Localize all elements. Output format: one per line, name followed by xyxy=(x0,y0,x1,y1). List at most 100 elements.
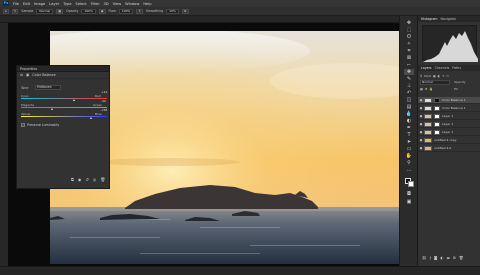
quick-mask-icon[interactable]: ◘ xyxy=(404,191,414,197)
slider-yellow-blue-value[interactable]: +58 xyxy=(101,108,107,112)
pen-tool-icon[interactable]: ✒ xyxy=(404,125,414,131)
brush-tool-icon[interactable]: ✎ xyxy=(404,76,414,82)
blur-tool-icon[interactable]: 💧 xyxy=(404,111,414,117)
link-layers-icon[interactable]: ⛓ xyxy=(422,256,427,260)
history-brush-tool-icon[interactable]: ↶ xyxy=(404,90,414,96)
menu-3d[interactable]: 3D xyxy=(104,2,109,6)
airbrush-icon[interactable]: ✦ xyxy=(136,8,143,14)
layer-row[interactable]: ● Color Balance 1 xyxy=(418,97,480,104)
layer-name[interactable]: Layer 1 xyxy=(442,122,453,126)
magenta-green-slider-knob[interactable] xyxy=(51,108,54,110)
home-icon[interactable]: ⌂ xyxy=(3,8,9,14)
trash-icon[interactable]: 🗑 xyxy=(459,256,464,260)
preserve-luminosity-checkbox[interactable]: ✓ xyxy=(21,123,25,127)
tone-dropdown[interactable]: Midtones xyxy=(35,85,61,90)
layer-opacity-label[interactable]: Opacity xyxy=(454,80,466,84)
yellow-blue-slider-knob[interactable] xyxy=(89,117,92,119)
yellow-blue-slider[interactable] xyxy=(21,116,107,117)
lasso-tool-icon[interactable]: ʘ xyxy=(404,34,414,40)
filter-type-icon[interactable]: T xyxy=(442,74,444,78)
reset-icon[interactable]: ↺ xyxy=(85,177,88,182)
filter-shape-icon[interactable]: ▭ xyxy=(446,74,449,78)
frame-tool-icon[interactable]: ⊠ xyxy=(404,55,414,61)
path-select-tool-icon[interactable]: ➤ xyxy=(404,139,414,145)
blend-mode-dropdown[interactable]: Normal xyxy=(420,80,450,85)
menu-window[interactable]: Window xyxy=(125,2,139,6)
brush-settings-icon[interactable]: ▦ xyxy=(56,8,64,14)
move-tool-icon[interactable]: ✥ xyxy=(404,20,414,26)
mask-icon[interactable]: ▣ xyxy=(26,73,29,77)
screen-mode-icon[interactable]: ▣ xyxy=(404,199,414,205)
eyedropper-tool-icon[interactable]: ⌐ xyxy=(404,62,414,68)
filter-adjust-icon[interactable]: ◐ xyxy=(438,74,441,78)
layer-name[interactable]: Color Balance 1 xyxy=(442,98,466,102)
eraser-tool-icon[interactable]: ◫ xyxy=(404,97,414,103)
new-group-icon[interactable]: ▬ xyxy=(446,256,449,260)
menu-filter[interactable]: Filter xyxy=(91,2,100,6)
clip-to-layer-icon[interactable]: ⧉ xyxy=(71,177,74,182)
healing-brush-tool-icon[interactable]: ✚ xyxy=(404,69,414,75)
magenta-green-slider[interactable] xyxy=(21,107,107,108)
layer-name[interactable]: Color Balance 1 xyxy=(442,106,466,110)
cyan-red-slider[interactable] xyxy=(21,98,107,99)
menu-edit[interactable]: Edit xyxy=(23,2,30,6)
new-adjustment-icon[interactable]: ◐ xyxy=(440,256,443,260)
lock-pixels-icon[interactable]: ▦ xyxy=(420,87,423,91)
layer-row[interactable]: ● untitled 4 copy xyxy=(418,137,480,144)
dodge-tool-icon[interactable]: ◐ xyxy=(404,118,414,124)
pressure-opacity-icon[interactable]: ◉ xyxy=(98,8,106,14)
layer-name[interactable]: untitled 4 copy xyxy=(434,138,457,142)
stamp-tool-icon[interactable]: ⊥ xyxy=(404,83,414,89)
background-color-swatch[interactable] xyxy=(408,181,414,187)
add-mask-icon[interactable]: ◙ xyxy=(434,256,438,260)
layer-name[interactable]: Layer 1 xyxy=(442,130,453,134)
rectangle-tool-icon[interactable]: ▭ xyxy=(404,146,414,152)
layer-mask-thumbnail[interactable] xyxy=(434,97,440,103)
zoom-tool-icon[interactable]: ⚲ xyxy=(404,160,414,166)
crop-tool-icon[interactable]: ⌗ xyxy=(404,48,414,54)
view-previous-icon[interactable]: ◉ xyxy=(78,177,82,182)
menu-file[interactable]: File xyxy=(13,2,19,6)
cyan-red-slider-knob[interactable] xyxy=(72,99,75,101)
menu-select[interactable]: Select xyxy=(76,2,87,6)
marquee-tool-icon[interactable]: ⬚ xyxy=(404,27,414,33)
tab-paths[interactable]: Paths xyxy=(452,66,461,70)
hand-tool-icon[interactable]: ✋ xyxy=(404,153,414,159)
tab-navigator[interactable]: Navigator xyxy=(441,17,457,21)
layer-row[interactable]: ● Layer 1 xyxy=(418,121,480,128)
menu-view[interactable]: View xyxy=(113,2,122,6)
visibility-icon[interactable]: ◎ xyxy=(93,177,97,182)
slider-cyan-red-value[interactable]: +14 xyxy=(101,90,107,94)
tab-channels[interactable]: Channels xyxy=(435,66,450,70)
menu-help[interactable]: Help xyxy=(143,2,151,6)
layer-mask-thumbnail[interactable] xyxy=(434,129,440,135)
slider-magenta-green-value[interactable]: -12 xyxy=(101,99,106,103)
fx-icon[interactable]: ƒ xyxy=(430,256,431,260)
tab-layers[interactable]: Layers xyxy=(421,66,432,70)
type-tool-icon[interactable]: T xyxy=(404,132,414,138)
layer-name[interactable]: Layer 1 xyxy=(442,114,453,118)
layer-mask-thumbnail[interactable] xyxy=(434,121,440,127)
layer-row[interactable]: ● Layer 1 xyxy=(418,129,480,136)
layer-row[interactable]: ● untitled 4.0 xyxy=(418,145,480,152)
menu-type[interactable]: Type xyxy=(63,2,71,6)
brush-tool-icon[interactable]: ✎ xyxy=(11,8,19,14)
opacity-field[interactable]: 100% xyxy=(81,8,96,14)
layer-fill-label[interactable]: Fill xyxy=(454,87,458,91)
more-tools-icon[interactable]: … xyxy=(404,167,414,173)
flow-field[interactable]: 100% xyxy=(118,8,134,14)
layer-row[interactable]: ● Color Balance 1 xyxy=(418,105,480,112)
sample-dropdown[interactable]: Normal xyxy=(36,8,54,14)
filter-pixel-icon[interactable]: ▦ xyxy=(433,74,436,78)
new-layer-icon[interactable]: ⊞ xyxy=(453,256,456,260)
filter-search-icon[interactable]: ⚲ xyxy=(420,74,422,78)
menu-layer[interactable]: Layer xyxy=(49,2,59,6)
tab-histogram[interactable]: Histogram xyxy=(421,17,438,21)
menu-image[interactable]: Image xyxy=(34,2,45,6)
layer-mask-thumbnail[interactable] xyxy=(434,113,440,119)
layer-row[interactable]: ● Layer 1 xyxy=(418,113,480,120)
gradient-tool-icon[interactable]: ▤ xyxy=(404,104,414,110)
quick-select-tool-icon[interactable]: ✧ xyxy=(404,41,414,47)
lock-position-icon[interactable]: ✥ xyxy=(425,87,428,91)
layer-mask-thumbnail[interactable] xyxy=(434,105,440,111)
